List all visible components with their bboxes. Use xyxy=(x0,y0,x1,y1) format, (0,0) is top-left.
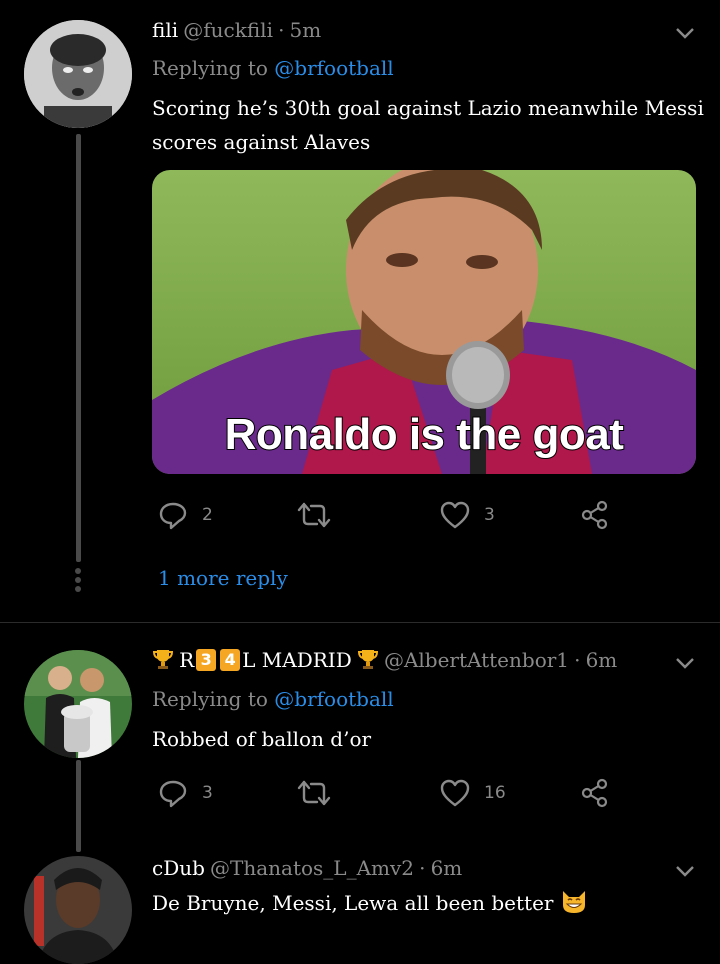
replying-handle-link[interactable]: @brfootball xyxy=(274,687,393,711)
handle[interactable]: @AlbertAttenbor1 xyxy=(384,648,569,672)
timestamp[interactable]: 6m xyxy=(431,856,463,880)
timestamp[interactable]: 6m xyxy=(586,648,618,672)
reply-icon xyxy=(159,502,187,530)
avatar[interactable] xyxy=(24,650,132,758)
retweet-icon xyxy=(297,780,331,806)
display-name[interactable]: fili xyxy=(152,18,178,42)
tweet-text-content: De Bruyne, Messi, Lewa all been better xyxy=(152,891,554,915)
chevron-down-icon[interactable] xyxy=(674,652,696,674)
retweet-button[interactable] xyxy=(296,500,346,530)
like-button[interactable]: 3 xyxy=(440,500,495,530)
replying-to: Replying to @brfootball xyxy=(152,56,394,80)
share-icon xyxy=(581,500,608,530)
retweet-button[interactable] xyxy=(296,778,346,808)
like-icon xyxy=(440,501,470,529)
tweet-header: R34L MADRID @AlbertAttenbor1 · 6m xyxy=(152,648,617,672)
thread-line xyxy=(76,760,81,852)
chevron-down-icon[interactable] xyxy=(674,22,696,44)
divider xyxy=(0,622,720,623)
separator: · xyxy=(278,18,285,42)
like-icon xyxy=(440,779,470,807)
tweet-header: fili @fuckfili · 5m xyxy=(152,18,321,42)
tweet-text-line: scores against Alaves xyxy=(152,130,371,154)
timestamp[interactable]: 5m xyxy=(290,18,322,42)
chevron-down-icon[interactable] xyxy=(674,860,696,882)
separator: · xyxy=(419,856,426,880)
trophy-icon xyxy=(152,650,174,669)
tweet-text-line: Scoring he’s 30th goal against Lazio mea… xyxy=(152,96,704,120)
reply-button[interactable]: 2 xyxy=(158,500,213,530)
retweet-icon xyxy=(297,502,331,528)
replying-handle-link[interactable]: @brfootball xyxy=(274,56,393,80)
reply-button[interactable]: 3 xyxy=(158,778,213,808)
share-button[interactable] xyxy=(580,778,610,808)
number-badge: 4 xyxy=(220,649,241,671)
like-count: 16 xyxy=(484,783,506,803)
number-badge: 3 xyxy=(196,649,217,671)
tweet-text: De Bruyne, Messi, Lewa all been better xyxy=(152,886,588,920)
share-icon xyxy=(581,778,608,808)
avatar[interactable] xyxy=(24,20,132,128)
tweet-image[interactable]: Ronaldo is the goat xyxy=(152,170,696,474)
more-replies-link[interactable]: 1 more reply xyxy=(158,566,288,590)
like-count: 3 xyxy=(484,505,495,525)
image-caption: Ronaldo is the goat xyxy=(224,409,625,460)
share-button[interactable] xyxy=(580,500,610,530)
display-name-suffix[interactable]: L MADRID xyxy=(242,648,352,672)
tweet-text: Scoring he’s 30th goal against Lazio mea… xyxy=(152,91,704,159)
tweet-text: Robbed of ballon d’or xyxy=(152,727,372,751)
tweet-header: cDub @Thanatos_L_Amv2 · 6m xyxy=(152,856,462,880)
more-replies-dots xyxy=(75,568,81,592)
trophy-icon xyxy=(357,650,378,669)
reply-icon xyxy=(159,780,187,808)
replying-prefix: Replying to xyxy=(152,687,268,711)
replying-to: Replying to @brfootball xyxy=(152,687,394,711)
like-button[interactable]: 16 xyxy=(440,778,506,808)
grinning-cat-emoji xyxy=(562,891,585,913)
handle[interactable]: @Thanatos_L_Amv2 xyxy=(210,856,414,880)
handle[interactable]: @fuckfili xyxy=(183,18,273,42)
thread-line xyxy=(76,134,81,562)
separator: · xyxy=(574,648,581,672)
reply-count: 2 xyxy=(202,505,213,525)
reply-count: 3 xyxy=(202,783,213,803)
replying-prefix: Replying to xyxy=(152,56,268,80)
display-name[interactable]: cDub xyxy=(152,856,205,880)
avatar[interactable] xyxy=(24,856,132,964)
display-name-prefix[interactable]: R xyxy=(179,648,194,672)
